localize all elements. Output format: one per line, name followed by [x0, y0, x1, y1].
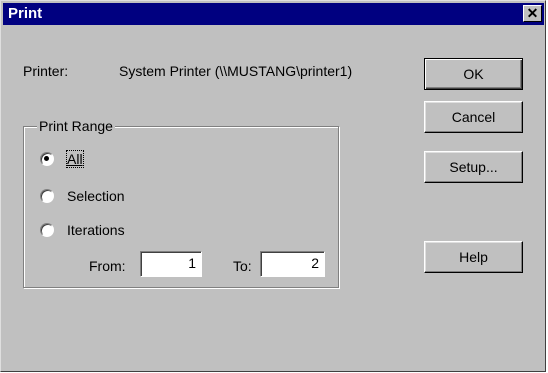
setup-button[interactable]: Setup...: [424, 151, 523, 183]
close-icon: ✕: [526, 5, 539, 21]
ok-button[interactable]: OK: [424, 58, 523, 90]
radio-all[interactable]: [40, 152, 54, 166]
radio-all-label[interactable]: All: [66, 150, 84, 168]
to-label: To:: [233, 258, 252, 274]
radio-all-text: All: [66, 150, 84, 168]
radio-selection-label[interactable]: Selection: [67, 188, 125, 204]
radio-iterations[interactable]: [40, 223, 54, 237]
from-label: From:: [89, 258, 126, 274]
from-input[interactable]: 1: [140, 251, 202, 277]
print-dialog: Print ✕ Printer: System Printer (\\MUSTA…: [0, 0, 546, 372]
print-range-legend: Print Range: [37, 118, 115, 134]
cancel-button[interactable]: Cancel: [424, 101, 523, 133]
title-bar[interactable]: Print ✕: [3, 3, 544, 25]
help-button[interactable]: Help: [424, 241, 523, 273]
radio-selection[interactable]: [40, 189, 54, 203]
close-button[interactable]: ✕: [523, 5, 542, 22]
radio-iterations-label[interactable]: Iterations: [67, 222, 125, 238]
to-input[interactable]: 2: [260, 251, 325, 277]
printer-value: System Printer (\\MUSTANG\printer1): [119, 63, 353, 79]
printer-label: Printer:: [23, 63, 69, 79]
radio-selected-dot: [44, 156, 49, 161]
dialog-title: Print: [8, 5, 43, 22]
